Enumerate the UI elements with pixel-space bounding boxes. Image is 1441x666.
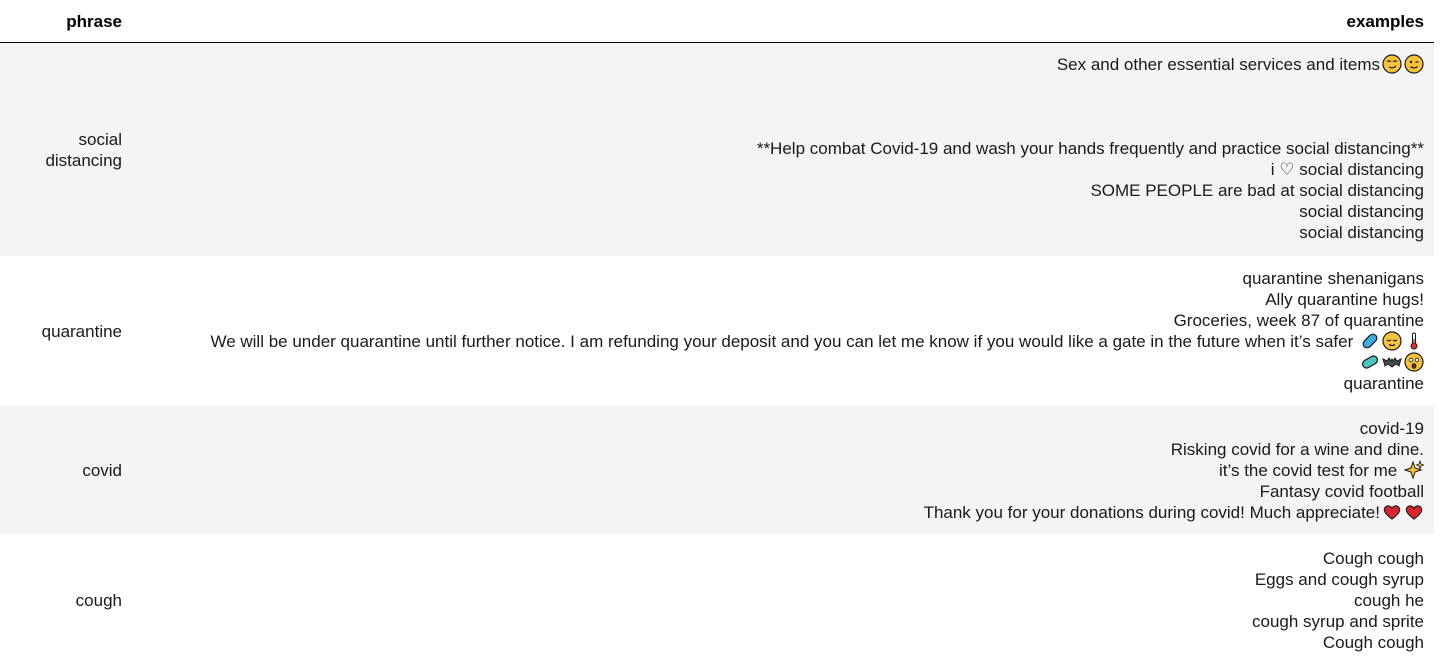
example-item: Thank you for your donations during covi… xyxy=(122,502,1424,523)
example-item: SOME PEOPLE are bad at social distancing xyxy=(1090,181,1424,200)
example-item: cough he xyxy=(1354,590,1424,610)
example-item: covid-19 xyxy=(1359,418,1424,438)
examples-cell: quarantine shenanigans Ally quarantine h… xyxy=(122,256,1434,406)
phrase-cell: social distancing xyxy=(45,129,122,170)
table-row: quarantine quarantine shenanigans Ally q… xyxy=(0,256,1434,406)
column-header-phrase: phrase xyxy=(66,12,122,31)
example-item: **Help combat Covid-19 and wash your han… xyxy=(756,139,1424,158)
phrase-examples-table: phrase examples social distancing Sex an… xyxy=(0,0,1434,666)
example-item: social distancing xyxy=(1299,202,1424,221)
astonished-face-icon xyxy=(1404,352,1424,372)
examples-cell: Sex and other essential services and ite… xyxy=(122,43,1434,256)
pill-icon xyxy=(1362,333,1378,349)
winking-face-icon xyxy=(1404,54,1424,74)
example-item: Sex and other essential services and ite… xyxy=(122,54,1424,75)
smirking-face-icon xyxy=(1382,54,1402,74)
example-item: Groceries, week 87 of quarantine xyxy=(1173,311,1424,330)
red-heart-icon xyxy=(1383,504,1401,520)
example-item: quarantine xyxy=(1343,374,1424,393)
example-item: Eggs and cough syrup xyxy=(1254,569,1424,589)
table-header: phrase examples xyxy=(0,0,1434,43)
example-item: social distancing xyxy=(1299,223,1424,242)
example-item: Cough cough xyxy=(1322,548,1424,568)
table-row: social distancing Sex and other essentia… xyxy=(0,43,1434,256)
example-item: quarantine shenanigans xyxy=(1242,269,1424,288)
thermometer-icon xyxy=(1410,332,1418,350)
example-item: Ally quarantine hugs! xyxy=(1265,290,1424,309)
column-header-examples: examples xyxy=(1346,12,1425,31)
table-row: cough Cough cough Eggs and cough syrup c… xyxy=(0,534,1434,666)
red-heart-icon xyxy=(1405,504,1423,520)
phrase-cell: cough xyxy=(75,590,122,610)
example-item: i ♡ social distancing xyxy=(1270,160,1424,179)
examples-cell: Cough cough Eggs and cough syrup cough h… xyxy=(122,534,1434,666)
sparkles-icon xyxy=(1404,459,1424,480)
example-item: Fantasy covid football xyxy=(1259,481,1424,501)
example-item: it’s the covid test for me xyxy=(122,459,1424,481)
examples-cell: covid-19 Risking covid for a wine and di… xyxy=(122,406,1434,534)
phrase-cell: quarantine xyxy=(41,321,122,341)
example-item: We will be under quarantine until furthe… xyxy=(122,331,1424,352)
table-row: covid covid-19 Risking covid for a wine … xyxy=(0,406,1434,534)
phrase-cell: covid xyxy=(82,460,122,480)
example-item: Risking covid for a wine and dine. xyxy=(1170,439,1424,459)
emoji-line xyxy=(122,352,1424,373)
example-item: Cough cough xyxy=(1322,632,1424,652)
relieved-face-icon xyxy=(1382,331,1402,351)
pill-icon xyxy=(1361,355,1379,369)
bat-icon xyxy=(1382,357,1402,368)
example-item: cough syrup and sprite xyxy=(1252,611,1424,631)
